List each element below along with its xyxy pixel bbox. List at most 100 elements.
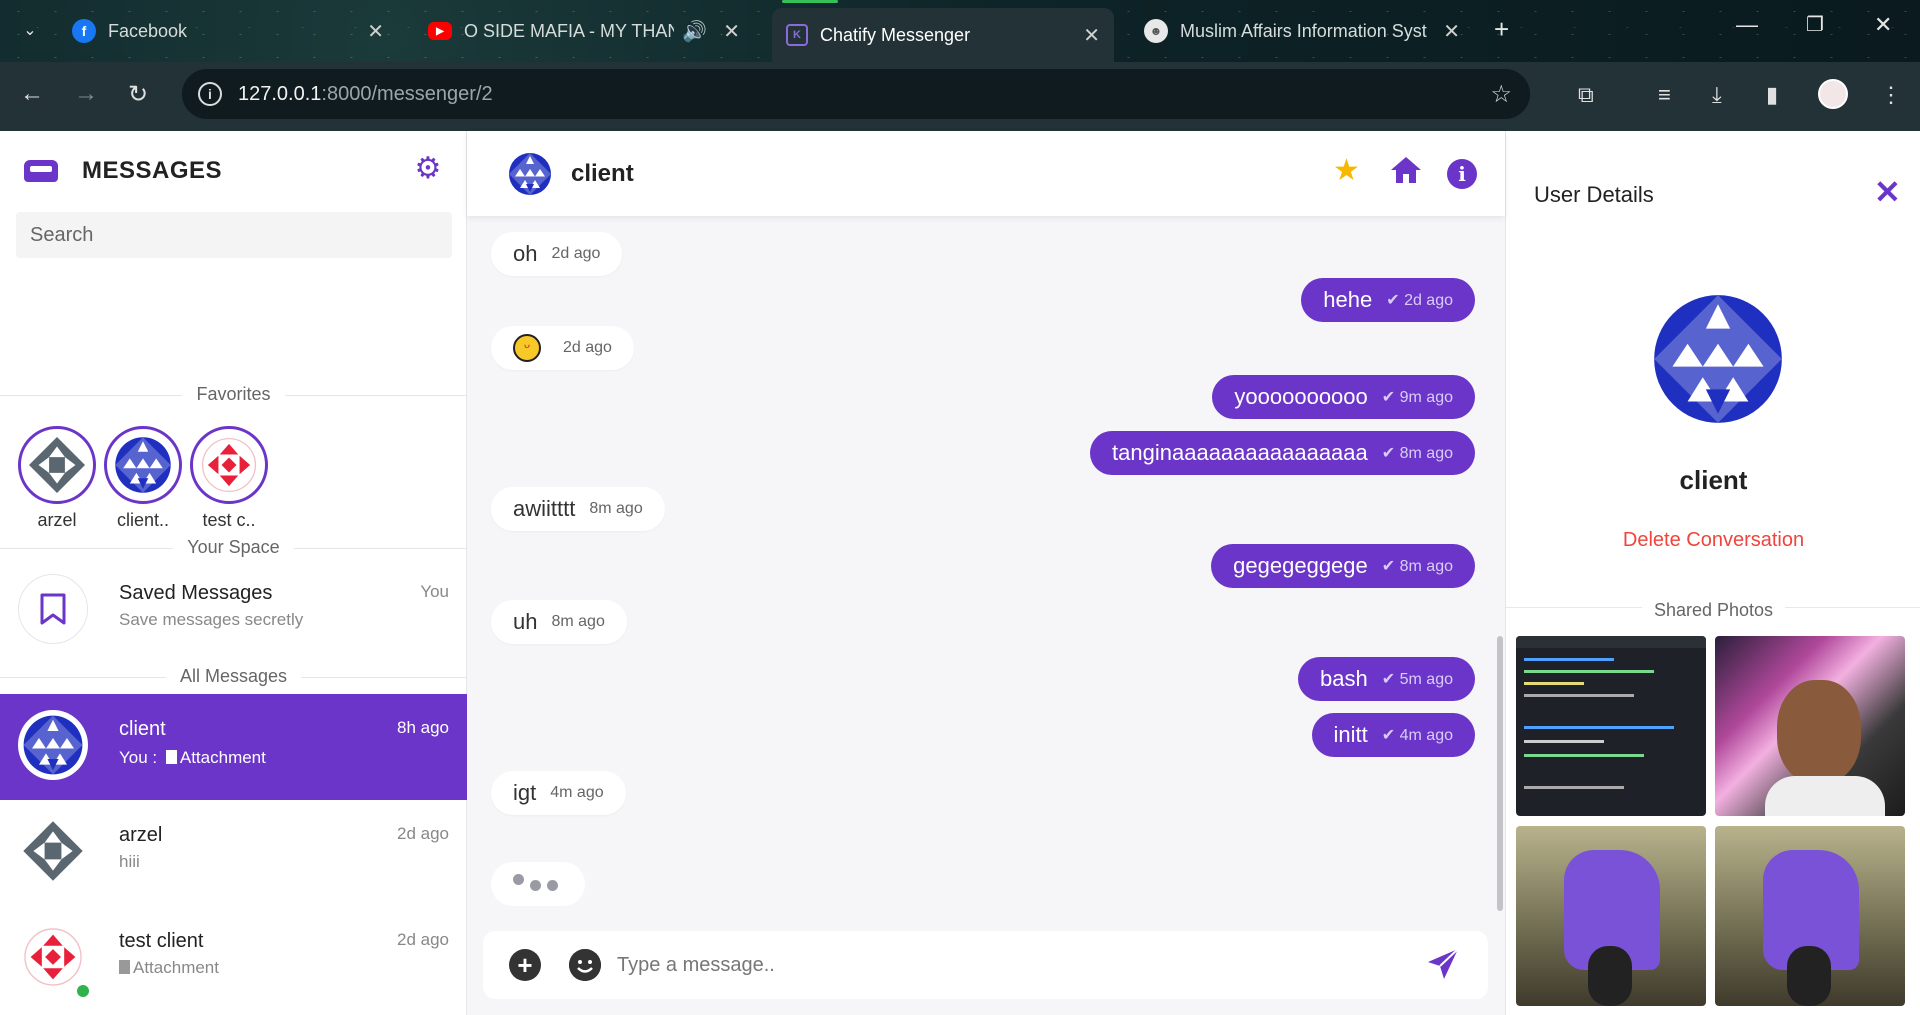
tab-muslim-affairs[interactable]: ☻ Muslim Affairs Information Syst ✕ [1130,8,1474,54]
contact-name: arzel [119,824,163,846]
tab-facebook[interactable]: f Facebook ✕ [58,8,398,54]
add-attachment-icon[interactable]: + [509,949,541,981]
favorites-list: arzel client.. test c.. [18,426,268,531]
site-info-icon[interactable]: i [198,82,222,106]
shared-photo-code-screenshot[interactable] [1516,636,1706,816]
avatar [18,710,88,780]
media-control-icon[interactable]: ≡ [1658,82,1671,108]
typing-indicator [491,862,585,906]
contact-row-arzel[interactable]: arzel hiii 2d ago [0,800,467,906]
emoji-picker-icon[interactable] [569,949,601,981]
message-bubble-sent: yoooooooooo ✔ 9m ago [1212,375,1475,419]
shared-photo-scooter[interactable] [1516,826,1706,1006]
delete-conversation-button[interactable]: Delete Conversation [1506,529,1920,552]
message-input[interactable] [617,943,1377,987]
info-icon[interactable]: i [1447,159,1477,189]
file-icon [165,750,177,764]
tab-chatify[interactable]: K Chatify Messenger ✕ [772,0,1114,62]
close-tab-icon[interactable]: ✕ [1083,23,1100,48]
back-icon[interactable]: ← [20,80,44,108]
extensions-icon[interactable]: ⧉ [1578,82,1594,108]
close-tab-icon[interactable]: ✕ [1443,19,1460,44]
chatify-icon: K [786,24,808,46]
home-icon[interactable] [1389,155,1423,192]
message-time: ✔ 8m ago [1381,445,1453,462]
message-time: 8m ago [589,500,643,517]
url-host: 127.0.0.1 [238,82,322,105]
download-icon[interactable]: ⤓ [1712,82,1722,108]
contact-row-test-client[interactable]: test client Attachment 2d ago [0,906,467,1012]
message-bubble-received: awiitttt 8m ago [491,487,665,531]
tab-strip: ⌄ f Facebook ✕ ▶ O SIDE MAFIA - MY THANG… [0,0,1920,62]
shared-photo-selfie[interactable] [1715,636,1905,816]
avatar [1642,283,1794,435]
forward-icon[interactable]: → [74,80,98,108]
shared-photo-scooter[interactable] [1715,826,1905,1006]
message-time: 8m ago [551,613,605,630]
message-text: hehe [1323,287,1373,312]
favorites-heading: Favorites [0,384,467,405]
send-icon[interactable] [1426,947,1460,986]
tab-title: Muslim Affairs Information Syst [1180,20,1427,41]
last-message-text: Attachment [179,748,266,767]
favorite-name: client.. [116,510,170,530]
speaker-icon[interactable]: 🔊 [682,19,707,44]
favorite-item-client[interactable]: client.. [104,426,182,531]
favorite-item-arzel[interactable]: arzel [18,426,96,531]
message-text: igt [513,780,537,805]
favorite-item-test-client[interactable]: test c.. [190,426,268,531]
close-tab-icon[interactable]: ✕ [723,19,740,44]
contact-row-client[interactable]: client You : Attachment 8h ago [0,694,467,800]
youtube-icon: ▶ [428,22,452,40]
profile-avatar[interactable] [1818,79,1848,109]
shared-photos-heading: Shared Photos [1506,600,1920,621]
close-details-icon[interactable]: ✕ [1874,176,1901,208]
message-bubble-sent: gegegeggege ✔ 8m ago [1211,544,1475,588]
reload-icon[interactable]: ↻ [128,80,148,109]
saved-messages-row[interactable]: Saved Messages Save messages secretly Yo… [0,558,467,664]
inbox-icon [24,160,58,182]
search-input[interactable] [16,212,452,258]
contact-last-message: Attachment [119,958,219,978]
message-text: uh [513,609,538,634]
new-tab-icon[interactable]: + [1494,14,1509,45]
tab-youtube[interactable]: ▶ O SIDE MAFIA - MY THANG 🔊 ✕ [414,8,754,54]
contact-time: 2d ago [397,824,449,843]
message-time: ✔ 8m ago [1381,558,1453,575]
side-panel-icon[interactable]: ▮ [1766,82,1778,108]
facebook-icon: f [72,19,96,43]
contacts-sidebar: MESSAGES ⚙ Favorites arzel client.. test… [0,131,467,1015]
settings-gear-icon[interactable]: ⚙ [412,153,444,185]
favorite-name: test c.. [202,510,256,530]
message-bubble-sent: bash ✔ 5m ago [1298,657,1475,701]
message-text: yoooooooooo [1234,384,1368,409]
address-bar[interactable]: i 127.0.0.1:8000/messenger/2 ☆ [182,69,1530,119]
chat-scrollbar[interactable] [1497,636,1503,911]
browser-menu-icon[interactable]: ⋮ [1880,82,1902,108]
message-time: ✔ 9m ago [1381,389,1453,406]
message-time: ✔ 4m ago [1381,727,1453,744]
saved-avatar [18,574,88,644]
all-messages-heading: All Messages [0,666,467,687]
close-tab-icon[interactable]: ✕ [367,19,384,44]
read-check-icon: ✔ [1386,292,1400,309]
user-details-panel: User Details ✕ client Delete Conversatio… [1505,131,1920,1015]
read-check-icon: ✔ [1381,445,1396,462]
window-close-icon[interactable]: ✕ [1874,12,1892,38]
message-text: initt [1333,722,1368,747]
minimize-icon[interactable]: — [1736,12,1758,38]
chatify-app: MESSAGES ⚙ Favorites arzel client.. test… [0,131,1920,1015]
bookmark-star-icon[interactable]: ☆ [1490,80,1512,109]
favorite-name: arzel [37,510,77,530]
restore-icon[interactable]: ❐ [1806,12,1824,37]
sender-prefix: You : [119,748,158,767]
contact-last-message: You : Attachment [119,748,266,768]
message-time: 2d ago [551,245,601,262]
contact-time: 8h ago [397,718,449,737]
details-user-name: client [1679,465,1748,495]
tab-search-icon[interactable]: ⌄ [14,14,46,46]
contact-time: 2d ago [397,930,449,949]
favorite-star-icon[interactable]: ★ [1333,155,1360,187]
your-space-heading: Your Space [0,537,467,558]
bookmark-icon [40,593,66,625]
